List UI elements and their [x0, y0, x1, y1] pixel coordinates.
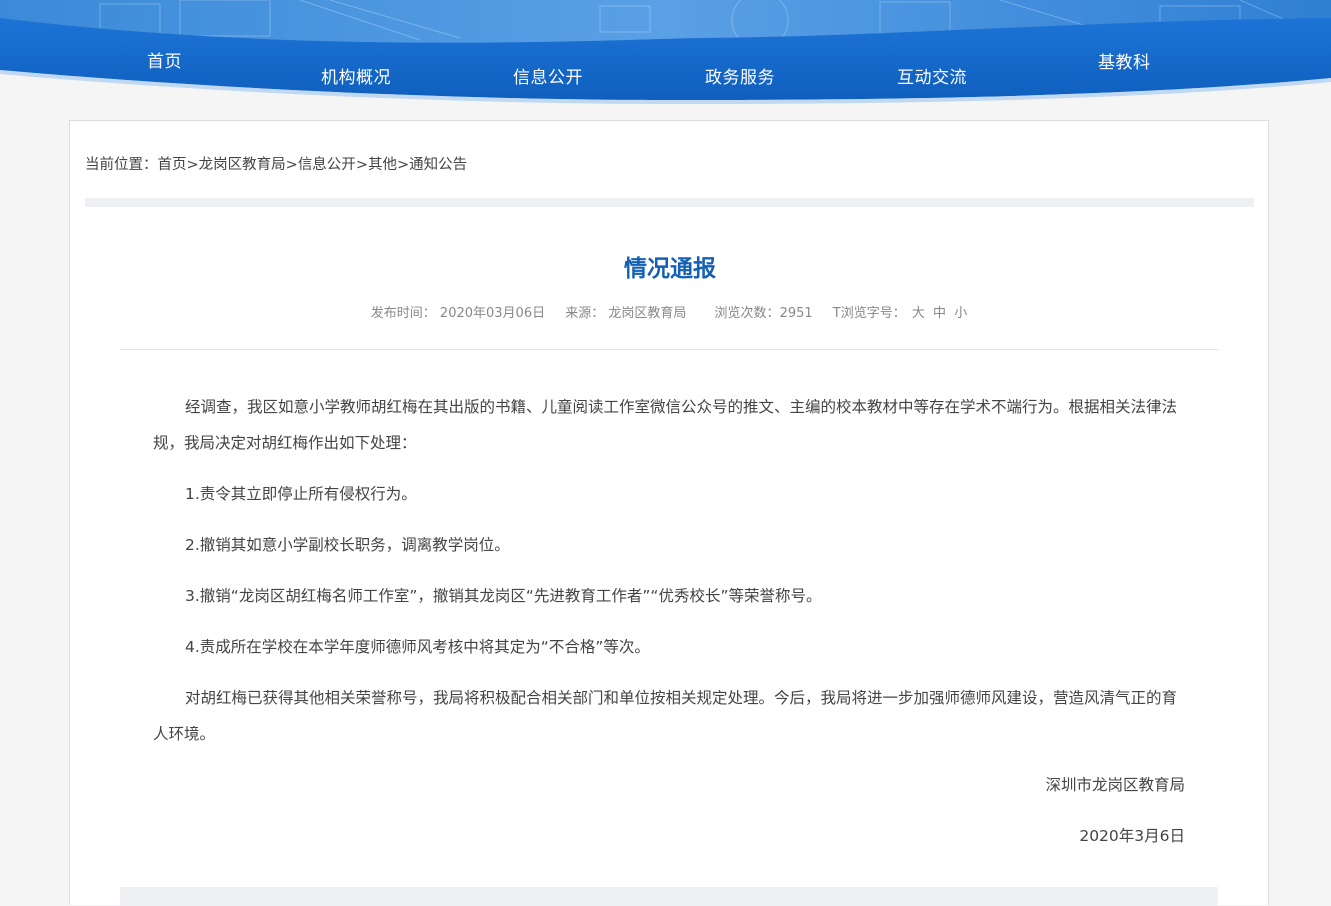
breadcrumb-other[interactable]: 其他	[368, 157, 397, 173]
article-paragraph: 3.撤销“龙岗区胡红梅名师工作室”，撤销其龙岗区“先进教育工作者”“优秀校长”等…	[185, 587, 822, 605]
source-value: 龙岗区教育局	[608, 306, 687, 321]
content-panel: 当前位置：首页>龙岗区教育局>信息公开>其他>通知公告 情况通报 发布时间： 2…	[69, 120, 1270, 906]
font-size-small-button[interactable]: 小	[954, 306, 967, 321]
breadcrumb-separator: >	[186, 157, 199, 173]
nav-item-info-public[interactable]: 信息公开	[513, 63, 583, 88]
article-meta: 发布时间： 2020年03月06日 来源： 龙岗区教育局 浏览次数：2951 T…	[70, 302, 1270, 321]
breadcrumb-home[interactable]: 首页	[158, 157, 187, 173]
article-body: 经调查，我区如意小学教师胡红梅在其出版的书籍、儿童阅读工作室微信公众号的推文、主…	[153, 389, 1185, 869]
nav-item-basic-education[interactable]: 基教科	[1098, 48, 1151, 73]
breadcrumb-notices[interactable]: 通知公告	[409, 157, 467, 173]
font-size-label: T浏览字号：	[832, 306, 906, 321]
view-count: 浏览次数：2951	[715, 306, 813, 321]
view-count-label: 浏览次数：	[714, 306, 780, 321]
nav-item-home[interactable]: 首页	[147, 47, 182, 72]
breadcrumb: 当前位置：首页>龙岗区教育局>信息公开>其他>通知公告	[85, 153, 467, 174]
publish-date-value: 2020年03月06日	[439, 306, 546, 321]
article-paragraph: 4.责成所在学校在本学年度师德师风考核中将其定为“不合格”等次。	[185, 638, 650, 656]
publish-date-label: 发布时间：	[370, 306, 436, 321]
breadcrumb-prefix: 当前位置：	[85, 157, 158, 173]
article-paragraph: 经调查，我区如意小学教师胡红梅在其出版的书籍、儿童阅读工作室微信公众号的推文、主…	[153, 398, 1178, 452]
view-count-value: 2951	[779, 306, 813, 321]
article-date: 2020年3月6日	[1079, 827, 1185, 845]
breadcrumb-bureau[interactable]: 龙岗区教育局	[199, 157, 286, 173]
breadcrumb-divider-bar	[85, 198, 1254, 207]
publish-date: 发布时间： 2020年03月06日	[371, 306, 545, 321]
nav-item-org-overview[interactable]: 机构概况	[321, 63, 391, 88]
breadcrumb-separator: >	[285, 157, 298, 173]
breadcrumb-separator: >	[396, 157, 410, 173]
breadcrumb-separator: >	[355, 157, 368, 173]
breadcrumb-info-public[interactable]: 信息公开	[298, 157, 356, 173]
article-paragraph: 2.撤销其如意小学副校长职务，调离教学岗位。	[185, 536, 510, 554]
article-paragraph: 对胡红梅已获得其他相关荣誉称号，我局将积极配合相关部门和单位按相关规定处理。今后…	[153, 689, 1178, 743]
article-signature: 深圳市龙岗区教育局	[1045, 776, 1185, 794]
source-label: 来源：	[565, 306, 605, 321]
font-size-large-button[interactable]: 大	[912, 306, 925, 321]
nav-item-interaction[interactable]: 互动交流	[897, 63, 967, 88]
font-size-control: T浏览字号： 大 中 小	[833, 306, 969, 321]
font-size-medium-button[interactable]: 中	[933, 306, 946, 321]
source: 来源： 龙岗区教育局	[565, 306, 686, 321]
top-banner: 首页 机构概况 信息公开 政务服务 互动交流 基教科	[0, 0, 1331, 105]
nav-item-gov-services[interactable]: 政务服务	[705, 63, 775, 88]
article-title: 情况通报	[624, 256, 716, 282]
title-divider	[120, 349, 1218, 350]
article-paragraph: 1.责令其立即停止所有侵权行为。	[185, 485, 417, 503]
bottom-bar	[120, 887, 1218, 906]
